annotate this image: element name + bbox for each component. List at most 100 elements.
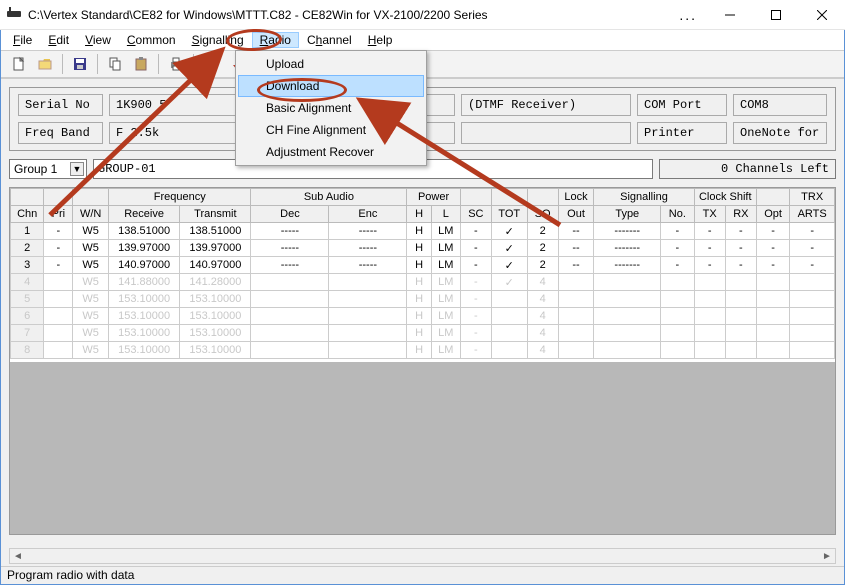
- cell-r[interactable]: -: [725, 257, 756, 274]
- cell-no[interactable]: -: [661, 257, 694, 274]
- col-tot[interactable]: TOT: [491, 206, 527, 223]
- col-no.[interactable]: No.: [661, 206, 694, 223]
- cell-l[interactable]: LM: [431, 257, 460, 274]
- cell-r[interactable]: -: [725, 223, 756, 240]
- cell-wn[interactable]: W5: [73, 257, 109, 274]
- col-sq[interactable]: SQ: [527, 206, 558, 223]
- cell-dec[interactable]: -----: [251, 223, 329, 240]
- col-tx[interactable]: TX: [694, 206, 725, 223]
- maximize-button[interactable]: [753, 0, 799, 30]
- cell-wn[interactable]: W5: [73, 223, 109, 240]
- cell-tx[interactable]: 139.97000: [180, 240, 251, 257]
- menu-signalling[interactable]: Signalling: [184, 32, 252, 48]
- cell-dec[interactable]: -----: [251, 257, 329, 274]
- open-icon[interactable]: [33, 53, 57, 75]
- menu-help[interactable]: Help: [360, 32, 401, 48]
- upload-icon[interactable]: [199, 53, 223, 75]
- cell-rx[interactable]: 139.97000: [108, 240, 179, 257]
- col-arts[interactable]: ARTS: [790, 206, 835, 223]
- cell-tot[interactable]: ✓: [491, 240, 527, 257]
- cell-chn[interactable]: 1: [11, 223, 44, 240]
- table-row[interactable]: 1-W5138.51000138.51000----------HLM-✓2--…: [11, 223, 835, 240]
- col-enc[interactable]: Enc: [329, 206, 407, 223]
- cell-type[interactable]: -------: [594, 257, 661, 274]
- cell-r[interactable]: -: [725, 240, 756, 257]
- col-receive[interactable]: Receive: [108, 206, 179, 223]
- cell-t[interactable]: -: [694, 257, 725, 274]
- col-sc[interactable]: SC: [460, 206, 491, 223]
- cell-enc[interactable]: -----: [329, 240, 407, 257]
- menu-edit[interactable]: Edit: [40, 32, 77, 48]
- save-icon[interactable]: [68, 53, 92, 75]
- cell-rx[interactable]: 140.97000: [108, 257, 179, 274]
- cell-type[interactable]: -------: [594, 240, 661, 257]
- cell-opt[interactable]: -: [756, 223, 789, 240]
- cell-h[interactable]: H: [407, 223, 431, 240]
- cell-arts[interactable]: -: [790, 240, 835, 257]
- cell-opt[interactable]: -: [756, 257, 789, 274]
- cell-no[interactable]: -: [661, 223, 694, 240]
- cell-arts[interactable]: -: [790, 223, 835, 240]
- col-opt[interactable]: Opt: [756, 206, 789, 223]
- cell-tot[interactable]: ✓: [491, 257, 527, 274]
- cell-sc[interactable]: -: [460, 240, 491, 257]
- cell-pri[interactable]: -: [44, 257, 73, 274]
- table-row[interactable]: 2-W5139.97000139.97000----------HLM-✓2--…: [11, 240, 835, 257]
- cell-sc[interactable]: -: [460, 257, 491, 274]
- col-out[interactable]: Out: [558, 206, 594, 223]
- cell-l[interactable]: LM: [431, 223, 460, 240]
- col-transmit[interactable]: Transmit: [180, 206, 251, 223]
- scroll-right-icon[interactable]: ►: [819, 549, 835, 563]
- menu-item-download[interactable]: Download: [238, 75, 424, 97]
- col-rx[interactable]: RX: [725, 206, 756, 223]
- print-icon[interactable]: [164, 53, 188, 75]
- menu-common[interactable]: Common: [119, 32, 184, 48]
- cell-tx[interactable]: 138.51000: [180, 223, 251, 240]
- menu-item-basic-alignment[interactable]: Basic Alignment: [238, 97, 424, 119]
- col-type[interactable]: Type: [594, 206, 661, 223]
- paste-icon[interactable]: [129, 53, 153, 75]
- cell-sq[interactable]: 2: [527, 223, 558, 240]
- cell-enc[interactable]: -----: [329, 257, 407, 274]
- new-icon[interactable]: [7, 53, 31, 75]
- cell-out[interactable]: --: [558, 240, 594, 257]
- cell-tot[interactable]: ✓: [491, 223, 527, 240]
- cell-sq[interactable]: 2: [527, 257, 558, 274]
- cell-opt[interactable]: -: [756, 240, 789, 257]
- minimize-button[interactable]: [707, 0, 753, 30]
- cell-rx[interactable]: 138.51000: [108, 223, 179, 240]
- cell-sc[interactable]: -: [460, 223, 491, 240]
- menu-view[interactable]: View: [77, 32, 119, 48]
- cell-chn[interactable]: 2: [11, 240, 44, 257]
- col-w/n[interactable]: W/N: [73, 206, 109, 223]
- window-overflow[interactable]: ...: [669, 7, 707, 23]
- horizontal-scrollbar[interactable]: ◄ ►: [9, 548, 836, 564]
- cell-tx[interactable]: 140.97000: [180, 257, 251, 274]
- scroll-left-icon[interactable]: ◄: [10, 549, 26, 563]
- close-button[interactable]: [799, 0, 845, 30]
- copy-icon[interactable]: [103, 53, 127, 75]
- cell-no[interactable]: -: [661, 240, 694, 257]
- menu-channel[interactable]: Channel: [299, 32, 360, 48]
- cell-chn[interactable]: 3: [11, 257, 44, 274]
- menu-item-upload[interactable]: Upload: [238, 53, 424, 75]
- cell-sq[interactable]: 2: [527, 240, 558, 257]
- cell-dec[interactable]: -----: [251, 240, 329, 257]
- menu-radio[interactable]: Radio: [252, 32, 299, 48]
- col-l[interactable]: L: [431, 206, 460, 223]
- col-chn[interactable]: Chn: [11, 206, 44, 223]
- cell-arts[interactable]: -: [790, 257, 835, 274]
- cell-type[interactable]: -------: [594, 223, 661, 240]
- cell-out[interactable]: --: [558, 223, 594, 240]
- cell-pri[interactable]: -: [44, 223, 73, 240]
- cell-enc[interactable]: -----: [329, 223, 407, 240]
- cell-h[interactable]: H: [407, 240, 431, 257]
- menu-item-adjustment-recover[interactable]: Adjustment Recover: [238, 141, 424, 163]
- cell-t[interactable]: -: [694, 223, 725, 240]
- col-dec[interactable]: Dec: [251, 206, 329, 223]
- cell-l[interactable]: LM: [431, 240, 460, 257]
- col-pri[interactable]: Pri: [44, 206, 73, 223]
- menu-item-ch-fine-alignment[interactable]: CH Fine Alignment: [238, 119, 424, 141]
- menu-file[interactable]: File: [5, 32, 40, 48]
- table-row[interactable]: 3-W5140.97000140.97000----------HLM-✓2--…: [11, 257, 835, 274]
